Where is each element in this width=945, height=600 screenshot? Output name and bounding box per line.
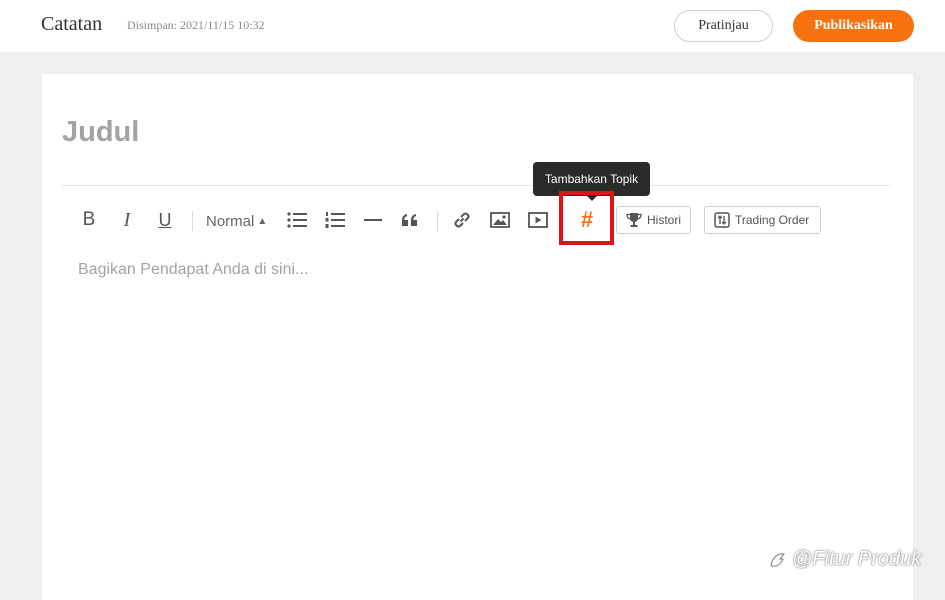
trading-order-label: Trading Order: [735, 213, 810, 227]
save-status: Disimpan: 2021/11/15 10:32: [127, 18, 265, 32]
title-divider: [62, 185, 891, 186]
underline-button[interactable]: U: [154, 208, 176, 232]
image-button[interactable]: [489, 209, 511, 231]
quote-button[interactable]: [399, 209, 421, 231]
quote-icon: [402, 214, 417, 226]
add-topic-button[interactable]: #: [572, 205, 602, 235]
history-button[interactable]: Histori: [616, 206, 691, 234]
app-title: Catatan: [41, 13, 103, 35]
link-button[interactable]: [451, 209, 473, 231]
format-select-label: Normal: [206, 212, 255, 230]
editor-card: Judul B I U Normal ▲︎ Tambahkan Topik # …: [42, 74, 913, 600]
body-input[interactable]: Bagikan Pendapat Anda di sini...: [78, 261, 308, 279]
numbered-list-icon: [325, 212, 345, 228]
trading-order-button[interactable]: Trading Order: [704, 206, 821, 234]
horizontal-rule-icon: [364, 219, 382, 221]
top-bar: Catatan Disimpan: 2021/11/15 10:32 Prati…: [0, 0, 945, 52]
format-select[interactable]: Normal ▲︎: [206, 210, 267, 232]
horizontal-rule-button[interactable]: [362, 209, 384, 231]
numbered-list-button[interactable]: [324, 209, 346, 231]
trophy-icon: [626, 213, 642, 227]
bullet-list-button[interactable]: [286, 209, 308, 231]
bullet-list-icon: [287, 212, 307, 228]
watermark: @Fitur Produk: [768, 548, 921, 571]
toolbar-divider: [192, 211, 193, 231]
trading-order-icon: [714, 212, 730, 228]
publish-button[interactable]: Publikasikan: [793, 10, 914, 42]
toolbar-divider: [437, 211, 438, 231]
bold-button[interactable]: B: [78, 208, 100, 232]
watermark-text: @Fitur Produk: [792, 548, 922, 570]
image-icon: [490, 212, 510, 228]
hashtag-icon: #: [580, 207, 594, 232]
preview-button[interactable]: Pratinjau: [674, 10, 773, 42]
title-input[interactable]: Judul: [62, 116, 139, 149]
link-icon: [454, 212, 470, 228]
video-icon: [528, 212, 548, 228]
brand-logo-icon: [770, 552, 785, 567]
italic-button[interactable]: I: [116, 208, 138, 232]
history-label: Histori: [647, 213, 682, 227]
video-button[interactable]: [527, 209, 549, 231]
sort-arrows-icon: ▲︎: [257, 215, 268, 227]
